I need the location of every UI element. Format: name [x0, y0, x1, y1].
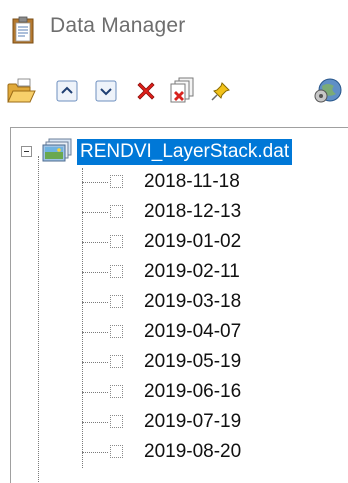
clipboard-icon [12, 16, 34, 44]
tree-line [82, 182, 108, 183]
band-label: 2019-07-19 [144, 411, 242, 432]
tree-band-item[interactable]: 2019-05-19 [82, 348, 342, 378]
band-label: 2019-02-11 [144, 261, 240, 282]
tree-line [82, 452, 108, 453]
band-icon [110, 175, 123, 188]
band-label: 2019-06-16 [144, 381, 242, 402]
band-label: 2019-05-19 [144, 351, 242, 372]
options-button[interactable] [312, 76, 346, 110]
band-icon [110, 445, 123, 458]
folder-open-icon [6, 77, 36, 110]
tree-band-item[interactable]: 2019-04-07 [82, 318, 342, 348]
arrow-down-icon [95, 80, 117, 107]
band-label: 2019-08-20 [144, 441, 242, 462]
window-title: Data Manager [50, 14, 186, 37]
tree-band-item[interactable]: 2019-02-11 [82, 258, 342, 288]
close-file-button[interactable] [129, 76, 163, 110]
band-icon [110, 325, 123, 338]
move-down-button[interactable] [89, 76, 123, 110]
collapse-toggle[interactable] [21, 146, 32, 157]
tree-line [82, 362, 108, 363]
band-icon [110, 295, 123, 308]
band-label: 2019-04-07 [144, 321, 242, 342]
globe-gear-icon [314, 76, 344, 111]
tree-band-item[interactable]: 2018-12-13 [82, 198, 342, 228]
tree-root-file[interactable]: RENDVI_LayerStack.dat [11, 136, 348, 168]
tree-band-item[interactable]: 2019-06-16 [82, 378, 342, 408]
band-icon [110, 235, 123, 248]
band-label: 2019-03-18 [144, 291, 242, 312]
tree-line [82, 422, 108, 423]
red-x-icon [134, 79, 158, 108]
band-label: 2018-12-13 [144, 201, 242, 222]
tree-band-item[interactable]: 2019-08-20 [82, 438, 342, 468]
tree-line [82, 332, 108, 333]
arrow-up-icon [56, 80, 78, 107]
pin-icon [210, 80, 232, 107]
root-file-label: RENDVI_LayerStack.dat [77, 139, 293, 165]
tree-band-item[interactable]: 2018-11-18 [82, 168, 342, 198]
data-manager-window: Data Manager RENDVI_LayerStack.dat 2018-… [0, 0, 348, 483]
band-label: 2018-11-18 [144, 171, 240, 192]
tree-line [82, 272, 108, 273]
pin-button[interactable] [204, 76, 238, 110]
close-multiple-icon [170, 77, 196, 110]
file-tree: RENDVI_LayerStack.dat 2018-11-18 2018-12-… [10, 127, 348, 483]
band-icon [110, 355, 123, 368]
tree-line [82, 242, 108, 243]
band-icon [110, 205, 123, 218]
band-icon [110, 265, 123, 278]
band-icon [110, 385, 123, 398]
tree-line [82, 392, 108, 393]
band-icon [110, 415, 123, 428]
tree-line [82, 302, 108, 303]
tree-line [38, 156, 39, 483]
title-bar: Data Manager [0, 0, 348, 55]
band-label: 2019-01-02 [144, 231, 242, 252]
move-up-button[interactable] [50, 76, 84, 110]
open-file-button[interactable] [4, 76, 38, 110]
tree-line [82, 212, 108, 213]
raster-stack-icon [39, 138, 75, 164]
tree-band-item[interactable]: 2019-01-02 [82, 228, 342, 258]
tree-band-item[interactable]: 2019-07-19 [82, 408, 342, 438]
close-all-button[interactable] [166, 76, 200, 110]
toolbar [0, 70, 348, 120]
tree-band-item[interactable]: 2019-03-18 [82, 288, 342, 318]
